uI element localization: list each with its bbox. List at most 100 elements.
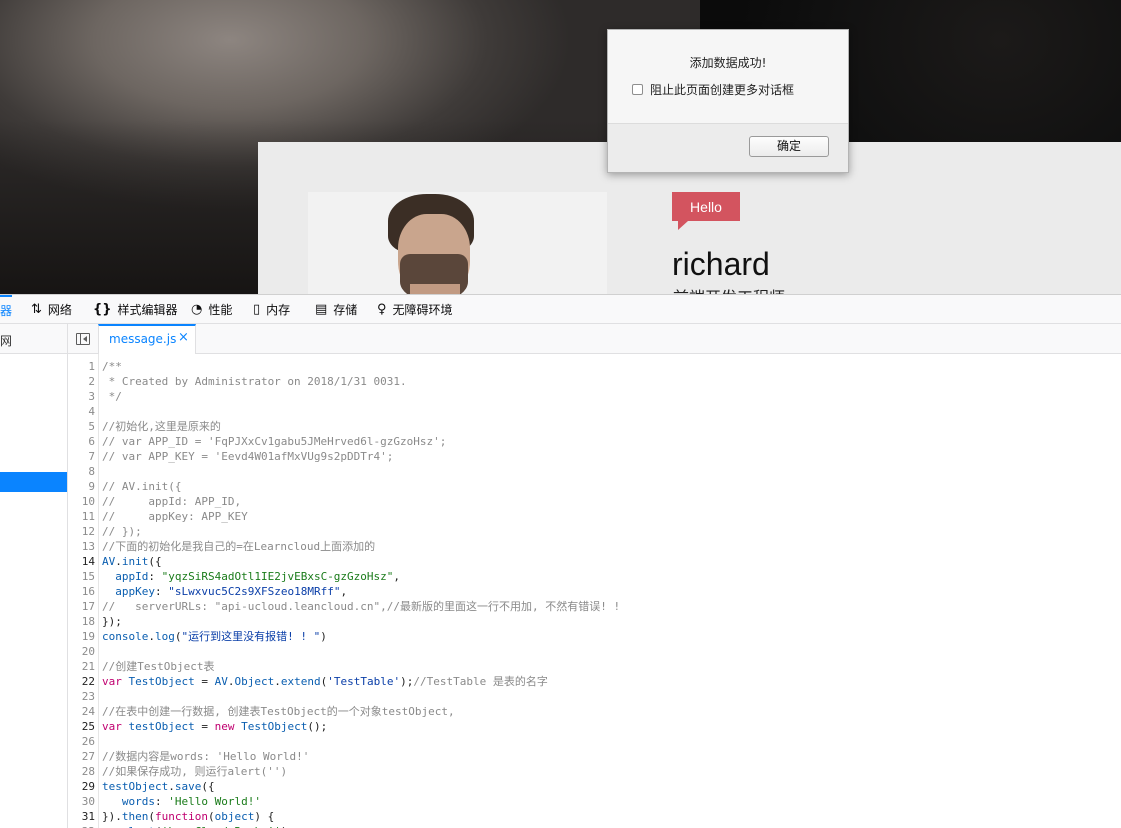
- line-number[interactable]: 12: [68, 524, 95, 539]
- line-number[interactable]: 6: [68, 434, 95, 449]
- code-line[interactable]: 7 // var APP_KEY = 'Eevd4W01afMxVUg9s2pDD…: [68, 449, 1121, 464]
- code-line[interactable]: 24 //在表中创建一行数据, 创建表TestObject的一个对象testObj…: [68, 704, 1121, 719]
- line-number[interactable]: 15: [68, 569, 95, 584]
- line-number[interactable]: 31: [68, 809, 95, 824]
- line-number[interactable]: 3: [68, 389, 95, 404]
- ok-button[interactable]: 确定: [749, 136, 829, 157]
- code-line[interactable]: 27 //数据内容是words: 'Hello World!': [68, 749, 1121, 764]
- line-number[interactable]: 11: [68, 509, 95, 524]
- code-editor[interactable]: 1 /** 2 * Created by Administrator on 2018…: [68, 354, 1121, 828]
- sources-tree: [0, 354, 68, 828]
- code-line[interactable]: 25 var testObject = new TestObject();: [68, 719, 1121, 734]
- code-line[interactable]: 29 testObject.save({: [68, 779, 1121, 794]
- code-text: //在表中创建一行数据, 创建表TestObject的一个对象testObjec…: [102, 705, 455, 718]
- sources-tree-selected-item[interactable]: [0, 472, 67, 492]
- code-line[interactable]: 12 // });: [68, 524, 1121, 539]
- code-line[interactable]: 28 //如果保存成功, 则运行alert(''): [68, 764, 1121, 779]
- profile-name: richard: [672, 246, 770, 282]
- web-page: Hello richard 前端开发工程师: [0, 0, 1121, 294]
- tab-style-editor[interactable]: {} 样式编辑器: [93, 295, 178, 324]
- code-line[interactable]: 9 // AV.init({: [68, 479, 1121, 494]
- code-line[interactable]: 10 // appId: APP_ID,: [68, 494, 1121, 509]
- code-line[interactable]: 5 //初始化,这里是原来的: [68, 419, 1121, 434]
- line-number[interactable]: 5: [68, 419, 95, 434]
- close-icon[interactable]: ×: [178, 330, 189, 345]
- code-line[interactable]: 18});: [68, 614, 1121, 629]
- tab-storage[interactable]: ▤ 存储: [315, 295, 357, 324]
- code-line[interactable]: 13 //下面的初始化是我自己的=在Learncloud上面添加的: [68, 539, 1121, 554]
- line-number[interactable]: 8: [68, 464, 95, 479]
- accessibility-icon: ♀: [377, 302, 387, 317]
- line-number[interactable]: 20: [68, 644, 95, 659]
- code-text: /**: [102, 360, 122, 373]
- line-number[interactable]: 14: [68, 554, 95, 569]
- hello-badge: Hello: [672, 192, 740, 230]
- line-number[interactable]: 2: [68, 374, 95, 389]
- line-number[interactable]: 7: [68, 449, 95, 464]
- line-number[interactable]: 19: [68, 629, 95, 644]
- screen: Hello richard 前端开发工程师 添加数据成功! 阻止此页面创建更多对…: [0, 0, 1121, 828]
- tab-network[interactable]: ⇅ 网络: [31, 295, 72, 324]
- suppress-dialogs-checkbox[interactable]: [632, 84, 643, 95]
- code-line[interactable]: 22 var TestObject = AV.Object.extend('Tes…: [68, 674, 1121, 689]
- tab-memory[interactable]: ▯ 内存: [253, 295, 290, 324]
- code-text: // var APP_ID = 'FqPJXxCv1gabu5JMeHrved6…: [102, 435, 447, 448]
- editor-tab-message-js[interactable]: message.js ×: [98, 324, 196, 354]
- line-number[interactable]: 21: [68, 659, 95, 674]
- line-number[interactable]: 30: [68, 794, 95, 809]
- line-number[interactable]: 26: [68, 734, 95, 749]
- code-line[interactable]: 16 appKey: "sLwxvuc5C2s9XFSzeo18MRff",: [68, 584, 1121, 599]
- line-number[interactable]: 22: [68, 674, 95, 689]
- code-text: console.log("运行到这里没有报错! ! "): [102, 630, 327, 643]
- code-line[interactable]: 17 // serverURLs: "api-ucloud.leancloud.c…: [68, 599, 1121, 614]
- line-number[interactable]: 24: [68, 704, 95, 719]
- line-number[interactable]: 9: [68, 479, 95, 494]
- devtools-panel: 器 ⇅ 网络 {} 样式编辑器 ◔ 性能 ▯ 内存 ▤ 存储 ♀ 无障碍环境 网…: [0, 294, 1121, 828]
- code-text: // var APP_KEY = 'Eevd4W01afMxVUg9s2pDDT…: [102, 450, 394, 463]
- line-number[interactable]: 23: [68, 689, 95, 704]
- debugger-subbar: 网 message.js ×: [0, 324, 1121, 354]
- code-line[interactable]: 19 console.log("运行到这里没有报错! ! "): [68, 629, 1121, 644]
- line-number[interactable]: 13: [68, 539, 95, 554]
- line-number[interactable]: 17: [68, 599, 95, 614]
- sources-header: 网: [0, 324, 68, 354]
- toggle-sources-pane-icon[interactable]: [76, 333, 90, 345]
- line-number[interactable]: 4: [68, 404, 95, 419]
- line-number[interactable]: 10: [68, 494, 95, 509]
- line-number[interactable]: 18: [68, 614, 95, 629]
- code-line[interactable]: 4: [68, 404, 1121, 419]
- code-text: // appKey: APP_KEY: [102, 510, 248, 523]
- code-line[interactable]: 11 // appKey: APP_KEY: [68, 509, 1121, 524]
- code-line[interactable]: 20: [68, 644, 1121, 659]
- code-text: // AV.init({: [102, 480, 182, 493]
- code-line[interactable]: 21 //创建TestObject表: [68, 659, 1121, 674]
- code-text: // appId: APP_ID,: [102, 495, 242, 508]
- line-number[interactable]: 29: [68, 779, 95, 794]
- line-number[interactable]: 28: [68, 764, 95, 779]
- line-number[interactable]: 27: [68, 749, 95, 764]
- tab-network-label: 网络: [47, 303, 72, 317]
- performance-icon: ◔: [191, 302, 203, 317]
- code-line[interactable]: 3 */: [68, 389, 1121, 404]
- code-line[interactable]: 1 /**: [68, 359, 1121, 374]
- line-number[interactable]: 1: [68, 359, 95, 374]
- code-line[interactable]: 8: [68, 464, 1121, 479]
- code-line[interactable]: 6 // var APP_ID = 'FqPJXxCv1gabu5JMeHrved…: [68, 434, 1121, 449]
- code-line[interactable]: 31}).then(function(object) {: [68, 809, 1121, 824]
- code-line[interactable]: 23: [68, 689, 1121, 704]
- line-number[interactable]: 25: [68, 719, 95, 734]
- code-line[interactable]: 2 * Created by Administrator on 2018/1/3…: [68, 374, 1121, 389]
- code-line[interactable]: 15 appId: "yqzSiRS4adOtl1IE2jvEBxsC-gzGz…: [68, 569, 1121, 584]
- code-text: var testObject = new TestObject();: [102, 720, 328, 733]
- code-line[interactable]: 14 AV.init({: [68, 554, 1121, 569]
- code-line[interactable]: 26: [68, 734, 1121, 749]
- tab-debugger[interactable]: 器: [0, 295, 13, 324]
- code-line[interactable]: 32 alert('LeanCloud Rocks!');: [68, 824, 1121, 828]
- code-line[interactable]: 30 words: 'Hello World!': [68, 794, 1121, 809]
- tab-performance[interactable]: ◔ 性能: [191, 295, 232, 324]
- line-number[interactable]: 32: [68, 824, 95, 828]
- tab-style-editor-label: 样式编辑器: [117, 303, 178, 317]
- line-number[interactable]: 16: [68, 584, 95, 599]
- tab-accessibility[interactable]: ♀ 无障碍环境: [377, 295, 453, 324]
- suppress-dialogs-label[interactable]: 阻止此页面创建更多对话框: [650, 81, 794, 98]
